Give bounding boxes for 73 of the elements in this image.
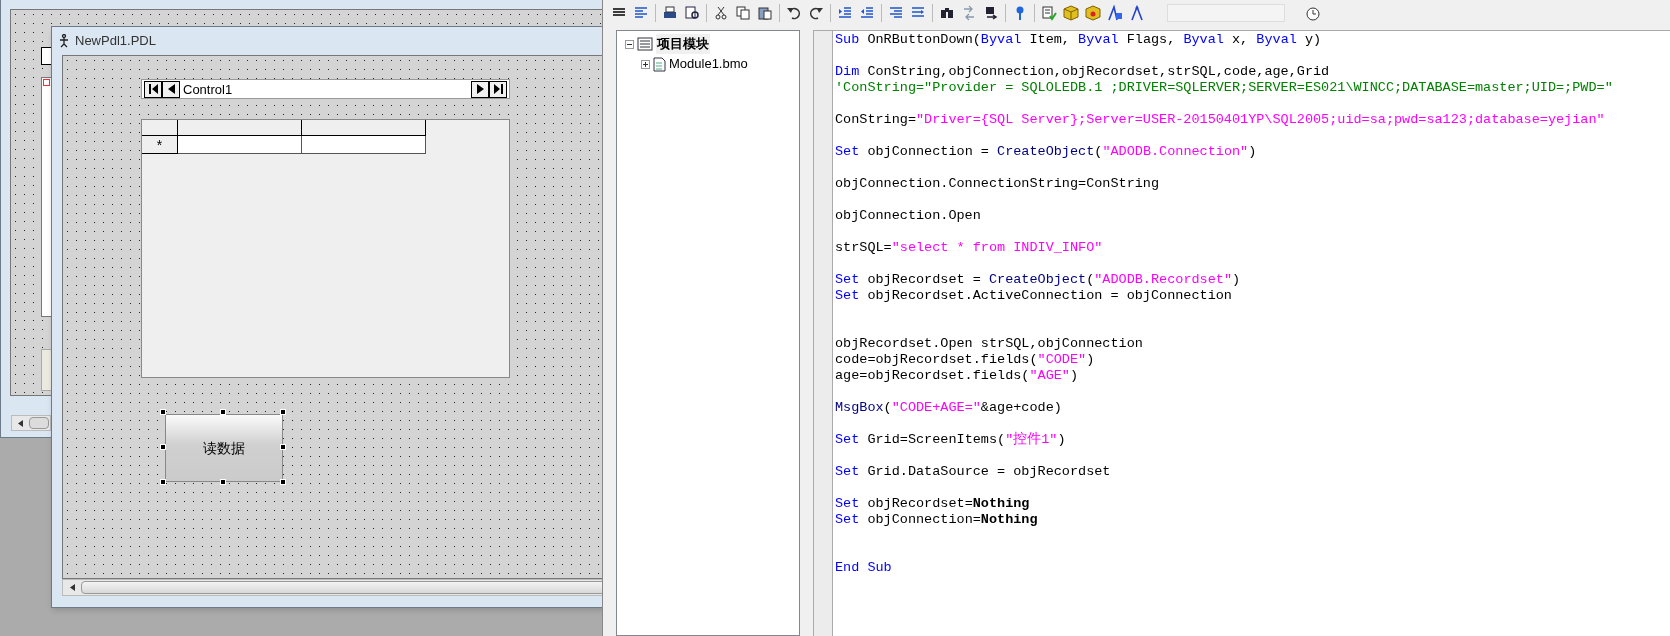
compass-cube-icon[interactable] bbox=[1107, 4, 1123, 21]
code-line: Set Grid=ScreenItems("控件1") bbox=[835, 432, 1066, 448]
checklist-icon[interactable] bbox=[1041, 4, 1057, 21]
code-line: Dim ConString,objConnection,objRecordset,strSQL,code,age,Grid bbox=[835, 64, 1330, 80]
table-cell[interactable] bbox=[178, 136, 302, 154]
last-icon bbox=[493, 84, 503, 94]
code-line: code=objRecordset.fields("CODE") bbox=[835, 352, 1095, 368]
last-record-button[interactable] bbox=[489, 80, 507, 98]
code-line: MsgBox("CODE+AGE="&age+code) bbox=[835, 400, 1062, 416]
selection-handle[interactable] bbox=[280, 409, 286, 415]
selection-handle[interactable] bbox=[160, 444, 166, 450]
code-line: Set objConnection=Nothing bbox=[835, 512, 1038, 528]
replace-icon[interactable] bbox=[961, 4, 977, 21]
code-line: End Sub bbox=[835, 560, 892, 576]
tree-item[interactable]: 项目模块 bbox=[656, 34, 710, 54]
next-icon bbox=[476, 84, 484, 94]
outdent-icon[interactable] bbox=[859, 4, 875, 21]
error-icon bbox=[43, 79, 50, 86]
selection-handle[interactable] bbox=[160, 409, 166, 415]
clock-icon[interactable] bbox=[1305, 4, 1321, 21]
code-editor[interactable] bbox=[832, 30, 1670, 636]
code-line: Set Grid.DataSource = objRecordset bbox=[835, 464, 1111, 480]
navigator-label: Control1 bbox=[182, 82, 234, 96]
align-left-icon[interactable] bbox=[633, 4, 649, 21]
first-icon bbox=[148, 84, 158, 94]
find-next-icon[interactable] bbox=[983, 4, 999, 21]
scrollbar-thumb[interactable] bbox=[29, 417, 49, 429]
code-line: age=objRecordset.fields("AGE") bbox=[835, 368, 1079, 384]
scroll-left-icon[interactable] bbox=[69, 584, 75, 591]
printer-icon[interactable] bbox=[662, 4, 678, 21]
code-line: strSQL="select * from INDIV_INFO" bbox=[835, 240, 1103, 256]
previous-record-button[interactable] bbox=[162, 80, 180, 98]
previous-icon bbox=[167, 84, 175, 94]
selection-handle[interactable] bbox=[220, 479, 226, 485]
scissors-icon[interactable] bbox=[713, 4, 729, 21]
code-line: objRecordset.Open strSQL,objConnection bbox=[835, 336, 1143, 352]
code-line: Sub OnRButtonDown(Byval Item, Byval Flags, Byval x, Byval y) bbox=[835, 32, 1322, 48]
selection-handle[interactable] bbox=[280, 479, 286, 485]
selection-handle[interactable] bbox=[220, 409, 226, 415]
read-data-button[interactable]: 读数据 bbox=[165, 414, 283, 482]
compass-icon[interactable] bbox=[1129, 4, 1145, 21]
code-line: objConnection.ConnectionString=ConString bbox=[835, 176, 1160, 192]
code-line: Set objConnection = CreateObject("ADODB.Connection") bbox=[835, 144, 1257, 160]
figure-icon bbox=[58, 33, 70, 48]
next-record-button[interactable] bbox=[471, 80, 489, 98]
copy-icon[interactable] bbox=[735, 4, 751, 21]
code-line: 'ConString="Provider = SQLOLEDB.1 ;DRIVER=SQLERVER;SERVER=ES021\WINCC;DATABASE=master;UID=;PWD=" bbox=[835, 80, 1613, 96]
scroll-left-icon[interactable] bbox=[18, 419, 23, 427]
table-cell[interactable] bbox=[302, 136, 426, 154]
align-right-icon[interactable] bbox=[888, 4, 904, 21]
selection-handle[interactable] bbox=[280, 444, 286, 450]
code-line: Set objRecordset=Nothing bbox=[835, 496, 1030, 512]
tree-item[interactable]: Module1.bmo bbox=[669, 54, 748, 74]
code-line: Set objRecordset.ActiveConnection = objConnection bbox=[835, 288, 1232, 304]
record-navigator[interactable]: Control1 bbox=[141, 79, 510, 99]
window-title: NewPdl1.PDL bbox=[75, 31, 156, 50]
code-line: objConnection.Open bbox=[835, 208, 981, 224]
cube-icon[interactable] bbox=[1063, 4, 1079, 21]
scrollbar-thumb[interactable] bbox=[81, 581, 602, 594]
collapse-icon[interactable] bbox=[625, 39, 634, 49]
indent-icon[interactable] bbox=[837, 4, 853, 21]
code-line: Set objRecordset = CreateObject("ADODB.Recordset") bbox=[835, 272, 1241, 288]
horizontal-scrollbar[interactable] bbox=[11, 415, 51, 431]
selection-handle[interactable] bbox=[160, 479, 166, 485]
print-preview-icon[interactable] bbox=[684, 4, 700, 21]
code-line: ConString="Driver={SQL Server};Server=USER-20150401YP\SQL2005;uid=sa;pwd=sa123;database=yejian" bbox=[835, 112, 1605, 128]
document-icon bbox=[653, 56, 666, 72]
row-marker: * bbox=[142, 136, 178, 154]
expand-icon[interactable] bbox=[641, 59, 650, 69]
horizontal-scrollbar[interactable] bbox=[62, 579, 602, 596]
paste-icon[interactable] bbox=[757, 4, 773, 21]
first-record-button[interactable] bbox=[144, 80, 162, 98]
list-icon bbox=[637, 37, 653, 51]
